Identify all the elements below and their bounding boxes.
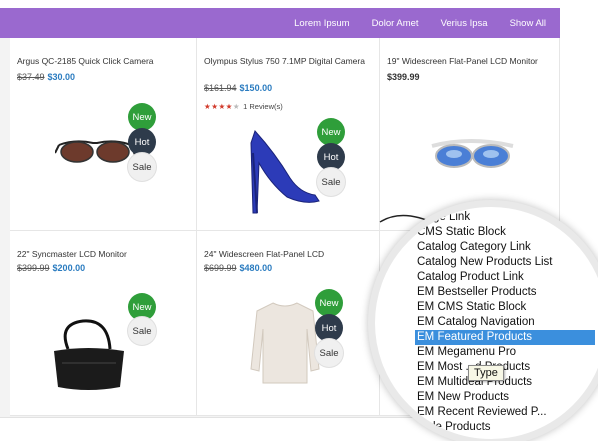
sport-sunglasses-image[interactable] — [430, 136, 515, 176]
nav-menu: Lorem Ipsum Dolor Amet Verius Ipsa Show … — [294, 8, 546, 38]
nav-item-lorem-ipsum[interactable]: Lorem Ipsum — [294, 18, 349, 29]
regular-price: $399.99 — [387, 72, 420, 82]
badge-hot: Hot — [128, 128, 156, 156]
special-price: $480.00 — [239, 263, 273, 273]
review-count[interactable]: 1 Review(s) — [243, 102, 283, 111]
nav-item-show-all[interactable]: Show All — [510, 18, 546, 29]
special-price: $150.00 — [239, 83, 273, 93]
product-title[interactable]: 24" Widescreen Flat-Panel LCD — [204, 249, 374, 260]
high-heel-shoe-image[interactable] — [245, 123, 325, 218]
product-title[interactable]: Argus QC-2185 Quick Click Camera — [17, 56, 187, 67]
magnifier-lens: ...age Link CMS Static Block Catalog Cat… — [368, 200, 598, 441]
nav-item-verius-ipsa[interactable]: Verius Ipsa — [441, 18, 488, 29]
dropdown-option[interactable]: EM Multideal Products — [415, 375, 595, 390]
special-price: $30.00 — [47, 72, 76, 82]
dropdown-option[interactable]: EM Recent Reviewed P... — [415, 405, 595, 420]
dropdown-option[interactable]: EM Catalog Navigation — [415, 315, 595, 330]
dropdown-option[interactable]: Catalog Category Link — [415, 240, 595, 255]
top-navigation-bar: Lorem Ipsum Dolor Amet Verius Ipsa Show … — [0, 8, 560, 38]
badge-sale: Sale — [317, 168, 345, 196]
badge-new: New — [317, 118, 345, 146]
dropdown-option[interactable]: ...ale Products — [415, 420, 595, 435]
old-price: $37.49 — [17, 72, 45, 82]
nav-item-dolor-amet[interactable]: Dolor Amet — [372, 18, 419, 29]
sweater-image[interactable] — [249, 299, 321, 387]
badge-sale: Sale — [128, 153, 156, 181]
dropdown-option[interactable]: EM Most ...d Products — [415, 360, 595, 375]
badge-hot: Hot — [315, 314, 343, 342]
handbag-image[interactable] — [48, 319, 130, 394]
block-type-dropdown-list[interactable]: ...age Link CMS Static Block Catalog Cat… — [415, 210, 595, 435]
product-card[interactable]: 22" Syncmaster LCD Monitor $399.99 $200.0… — [10, 231, 197, 416]
dropdown-option[interactable]: EM Bestseller Products — [415, 285, 595, 300]
dropdown-option[interactable]: EM New Products — [415, 390, 595, 405]
product-card[interactable]: Olympus Stylus 750 7.1MP Digital Camera … — [197, 38, 380, 231]
dropdown-option-selected[interactable]: EM Featured Products — [415, 330, 595, 345]
product-price: $399.99 — [387, 72, 420, 82]
product-title[interactable]: 19" Widescreen Flat-Panel LCD Monitor — [387, 56, 557, 67]
dropdown-option[interactable]: EM CMS Static Block — [415, 300, 595, 315]
dropdown-option[interactable]: ...age Link — [415, 210, 595, 225]
product-rating: ★★★★★ 1 Review(s) — [204, 102, 283, 111]
product-title[interactable]: 22" Syncmaster LCD Monitor — [17, 249, 187, 260]
special-price: $200.00 — [52, 263, 86, 273]
badge-new: New — [128, 103, 156, 131]
dropdown-option[interactable]: Catalog Product Link — [415, 270, 595, 285]
dropdown-option[interactable]: Catalog New Products List — [415, 255, 595, 270]
product-card[interactable]: Argus QC-2185 Quick Click Camera $37.49 $… — [10, 38, 197, 231]
badge-new: New — [315, 289, 343, 317]
product-price: $37.49 $30.00 — [17, 72, 75, 82]
product-card[interactable]: 24" Widescreen Flat-Panel LCD $699.99 $48… — [197, 231, 380, 416]
old-price: $161.94 — [204, 83, 237, 93]
old-price: $399.99 — [17, 263, 50, 273]
sunglasses-image[interactable] — [55, 133, 135, 173]
product-title[interactable]: Olympus Stylus 750 7.1MP Digital Camera — [204, 56, 374, 67]
product-price: $161.94 $150.00 — [204, 83, 272, 93]
old-price: $699.99 — [204, 263, 237, 273]
dropdown-option[interactable]: CMS Static Block — [415, 225, 595, 240]
badge-sale: Sale — [315, 339, 343, 367]
dropdown-option[interactable]: EM Megamenu Pro — [415, 345, 595, 360]
rating-stars-icon: ★★★★★ — [204, 102, 241, 111]
type-tooltip: Type — [468, 365, 504, 381]
product-price: $699.99 $480.00 — [204, 263, 272, 273]
badge-sale: Sale — [128, 317, 156, 345]
product-price: $399.99 $200.00 — [17, 263, 85, 273]
badge-hot: Hot — [317, 143, 345, 171]
